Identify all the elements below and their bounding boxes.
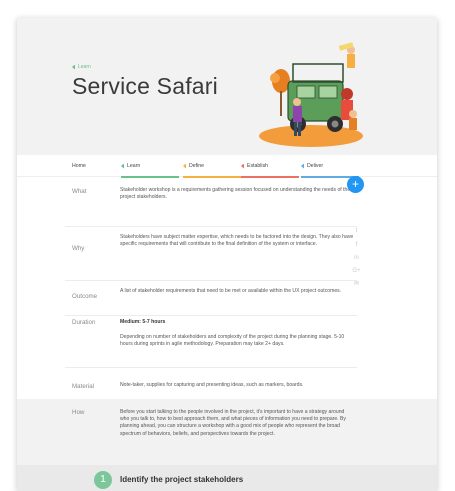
tab-establish-label: Establish (247, 163, 269, 169)
phase-tabs: Home Learn Define Establish Deliver (17, 155, 437, 178)
method-details: What Stakeholder workshop is a requireme… (17, 178, 437, 418)
section-duration: Duration Medium: 5-7 hours Depending on … (65, 318, 357, 368)
deliver-marker-icon (301, 163, 304, 169)
add-button[interactable]: + (347, 176, 364, 193)
google-plus-icon[interactable]: G+ (352, 268, 361, 275)
linkedin-icon[interactable]: in (352, 255, 361, 262)
tab-establish[interactable]: Establish (241, 155, 299, 178)
section-text: Depending on number of stakeholders and … (120, 334, 345, 348)
breadcrumb-label: Learn (78, 64, 91, 70)
breadcrumb[interactable]: Learn (72, 64, 91, 70)
step-1: 1 Identify the project stakeholders (17, 465, 437, 491)
section-label: Material (72, 383, 95, 390)
tab-home[interactable]: Home (72, 155, 86, 177)
section-label: Outcome (72, 293, 98, 300)
step-number: 1 (94, 471, 112, 489)
section-text: Stakeholders have subject matter experti… (120, 234, 354, 248)
section-headline: Medium: 5-7 hours (120, 319, 166, 325)
tab-define-label: Define (189, 163, 204, 169)
learn-marker-icon (121, 163, 124, 169)
chevron-left-icon (72, 64, 75, 70)
section-why: Why Stakeholders have subject matter exp… (65, 233, 357, 281)
section-text: Note-taker, supplies for capturing and p… (120, 382, 304, 388)
twitter-icon[interactable]: t (352, 228, 361, 235)
section-outcome: Outcome A list of stakeholder requiremen… (65, 288, 357, 316)
section-text: Stakeholder workshop is a requirements g… (120, 187, 351, 201)
section-label: Duration (72, 319, 96, 326)
page-card: Learn Service Safari Home Learn Define E… (17, 18, 437, 491)
safari-jeep-illustration (259, 42, 363, 147)
page-title: Service Safari (72, 73, 218, 99)
hero: Learn Service Safari (17, 18, 437, 155)
tab-define[interactable]: Define (183, 155, 241, 178)
section-how: How Before you start talking to the peop… (17, 399, 437, 465)
section-text: A list of stakeholder requirements that … (120, 288, 342, 294)
section-label: How (72, 409, 85, 416)
tab-home-label: Home (72, 163, 86, 169)
step-title: Identify the project stakeholders (120, 475, 244, 484)
establish-marker-icon (241, 163, 244, 169)
tab-deliver-label: Deliver (307, 163, 324, 169)
tab-learn-label: Learn (127, 163, 141, 169)
facebook-icon[interactable]: f (352, 242, 361, 249)
tab-learn[interactable]: Learn (121, 155, 179, 178)
section-label: What (72, 188, 87, 195)
section-text: Before you start talking to the people i… (120, 409, 346, 437)
section-label: Why (72, 245, 85, 252)
define-marker-icon (183, 163, 186, 169)
section-what: What Stakeholder workshop is a requireme… (65, 187, 357, 227)
tab-deliver[interactable]: Deliver (301, 155, 359, 178)
mail-icon[interactable]: ✉ (352, 281, 361, 288)
